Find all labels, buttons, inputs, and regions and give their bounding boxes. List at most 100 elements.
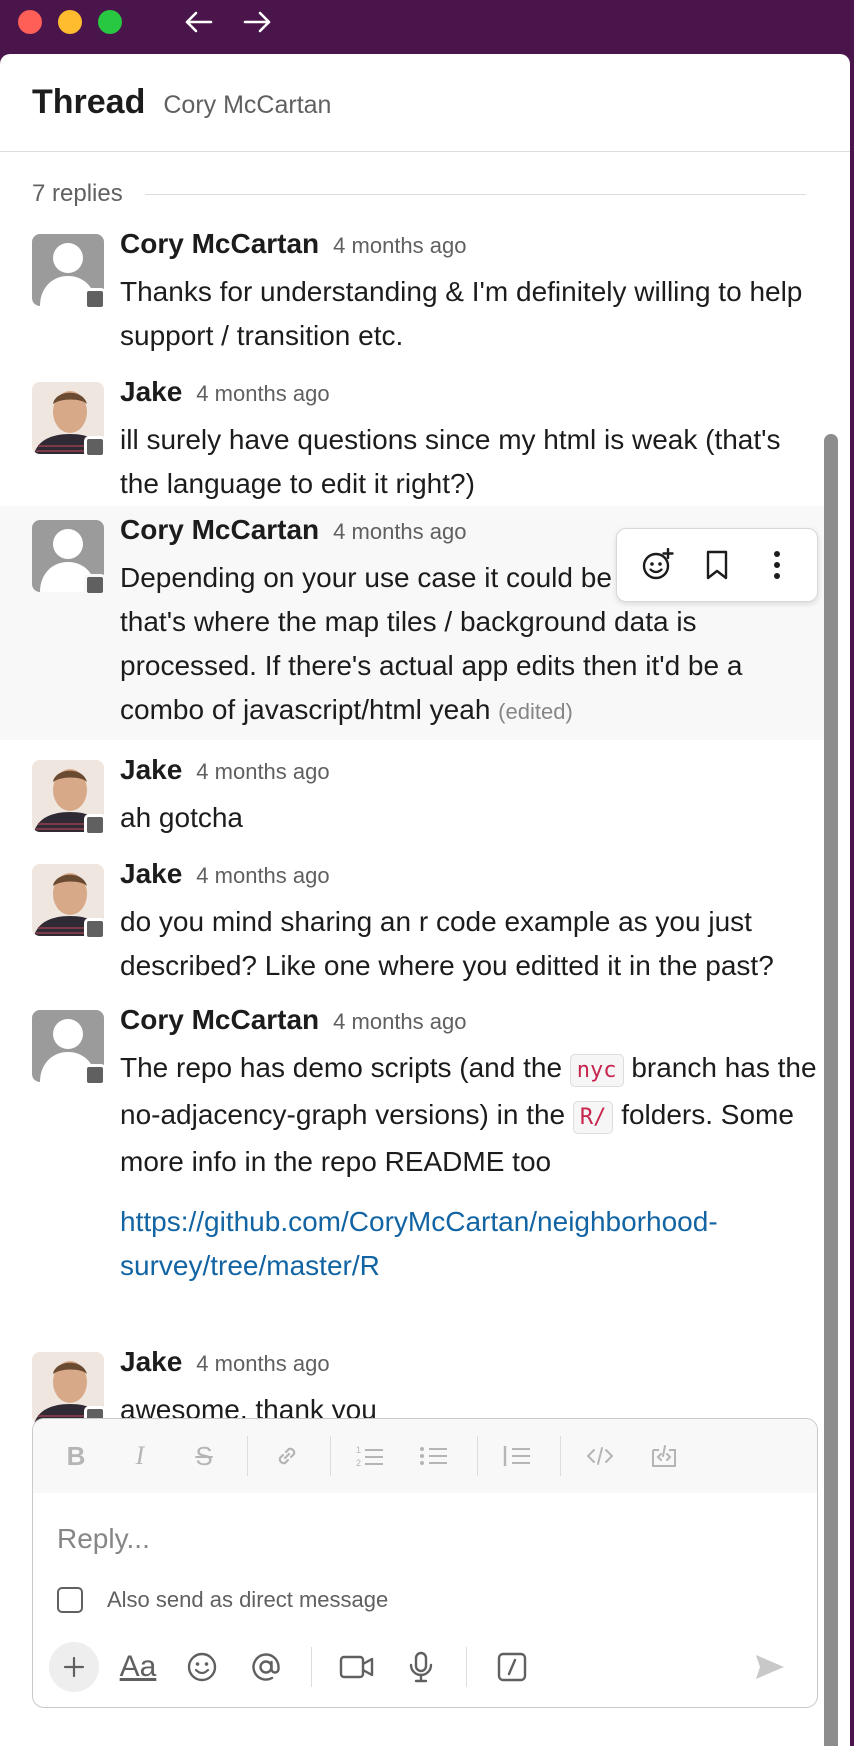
bookmark-icon — [706, 550, 728, 580]
code-block-icon — [652, 1445, 676, 1467]
inline-code: R/ — [572, 1101, 614, 1134]
mention-icon — [252, 1653, 280, 1681]
inline-code: nyc — [569, 1054, 624, 1087]
presence-status-icon — [84, 436, 106, 458]
shortcuts-button[interactable] — [487, 1642, 537, 1692]
show-formatting-button[interactable]: Aa — [113, 1642, 163, 1692]
code-icon — [587, 1447, 613, 1465]
send-button[interactable] — [745, 1642, 795, 1692]
toolbar-divider — [311, 1647, 312, 1687]
arrow-right-icon — [243, 11, 271, 33]
message-item[interactable]: Cory McCartan 4 months ago Thanks for un… — [0, 224, 838, 360]
send-icon — [756, 1655, 784, 1679]
add-reaction-icon — [642, 548, 674, 580]
presence-status-icon — [84, 918, 106, 940]
slash-command-icon — [497, 1652, 527, 1682]
message-item[interactable]: Jake 4 months ago ill surely have questi… — [0, 372, 838, 499]
microphone-icon — [409, 1651, 433, 1683]
presence-status-icon — [84, 814, 106, 836]
forward-button[interactable] — [240, 6, 276, 38]
message-author[interactable]: Jake — [120, 754, 182, 786]
video-clip-button[interactable] — [332, 1642, 382, 1692]
toolbar-divider — [247, 1436, 248, 1476]
thread-header: Thread Cory McCartan — [0, 54, 850, 152]
replies-count: 7 replies — [32, 180, 123, 207]
audio-clip-button[interactable] — [396, 1642, 446, 1692]
video-camera-icon — [339, 1655, 374, 1679]
strikethrough-button[interactable]: S — [179, 1431, 229, 1481]
link-icon — [278, 1447, 296, 1465]
add-reaction-button[interactable] — [633, 541, 681, 589]
presence-status-icon — [84, 288, 106, 310]
bold-button[interactable]: B — [51, 1431, 101, 1481]
message-timestamp[interactable]: 4 months ago — [196, 1351, 329, 1377]
toolbar-divider — [466, 1647, 467, 1687]
ordered-list-icon: 12 — [356, 1445, 383, 1468]
message-item[interactable]: Jake 4 months ago ah gotcha — [0, 750, 838, 840]
bulleted-list-button[interactable] — [409, 1431, 459, 1481]
replies-divider: 7 replies — [32, 174, 806, 214]
message-author[interactable]: Jake — [120, 858, 182, 890]
link-button[interactable] — [262, 1431, 312, 1481]
arrow-left-icon — [185, 11, 213, 33]
maximize-window-button[interactable] — [98, 10, 122, 34]
strikethrough-icon: S — [195, 1440, 213, 1471]
reply-input[interactable] — [57, 1515, 787, 1563]
message-text-part: The repo has demo scripts (and the — [120, 1052, 563, 1083]
close-window-button[interactable] — [18, 10, 42, 34]
italic-button[interactable]: I — [115, 1431, 165, 1481]
message-timestamp[interactable]: 4 months ago — [333, 233, 466, 259]
bulleted-list-icon — [420, 1447, 447, 1465]
more-actions-icon — [774, 551, 780, 579]
message-author[interactable]: Jake — [120, 1346, 182, 1378]
toolbar-divider — [477, 1436, 478, 1476]
message-actions-toolbar — [616, 528, 818, 602]
save-message-button[interactable] — [693, 541, 741, 589]
ordered-list-button[interactable]: 12 — [345, 1431, 395, 1481]
window-titlebar — [0, 0, 854, 54]
message-timestamp[interactable]: 4 months ago — [333, 1009, 466, 1035]
blockquote-icon — [503, 1446, 530, 1466]
thread-channel-name[interactable]: Cory McCartan — [163, 91, 331, 120]
bold-icon: B — [66, 1440, 86, 1471]
formatting-icon: Aa — [119, 1650, 157, 1683]
divider-line — [144, 193, 806, 195]
message-author[interactable]: Jake — [120, 376, 182, 408]
message-timestamp[interactable]: 4 months ago — [333, 519, 466, 545]
message-timestamp[interactable]: 4 months ago — [196, 863, 329, 889]
message-item[interactable]: Jake 4 months ago do you mind sharing an… — [0, 854, 838, 984]
svg-text:2: 2 — [356, 1458, 361, 1468]
code-block-button[interactable] — [639, 1431, 689, 1481]
message-text: ah gotcha — [120, 802, 243, 833]
message-author[interactable]: Cory McCartan — [120, 514, 319, 546]
svg-text:1: 1 — [356, 1445, 361, 1455]
also-send-label[interactable]: Also send as direct message — [107, 1587, 388, 1613]
blockquote-button[interactable] — [492, 1431, 542, 1481]
edited-label: (edited) — [498, 699, 573, 724]
message-text: Thanks for understanding & I'm definitel… — [120, 276, 803, 351]
attach-button[interactable] — [49, 1642, 99, 1692]
thread-scrollbar[interactable] — [824, 434, 838, 1746]
message-item[interactable]: Cory McCartan 4 months ago The repo has … — [0, 1000, 838, 1334]
emoji-button[interactable] — [177, 1642, 227, 1692]
composer-actions-bar: Aa — [49, 1639, 803, 1695]
message-author[interactable]: Cory McCartan — [120, 228, 319, 260]
message-timestamp[interactable]: 4 months ago — [196, 759, 329, 785]
also-send-option[interactable]: Also send as direct message — [57, 1587, 388, 1613]
back-button[interactable] — [180, 6, 216, 38]
presence-status-icon — [84, 574, 106, 596]
minimize-window-button[interactable] — [58, 10, 82, 34]
repo-link[interactable]: https://github.com/CoryMcCartan/neighbor… — [120, 1200, 820, 1288]
message-author[interactable]: Cory McCartan — [120, 1004, 319, 1036]
more-actions-button[interactable] — [753, 541, 801, 589]
presence-status-icon — [84, 1064, 106, 1086]
mention-button[interactable] — [241, 1642, 291, 1692]
message-timestamp[interactable]: 4 months ago — [196, 381, 329, 407]
also-send-checkbox[interactable] — [57, 1587, 83, 1613]
thread-title: Thread — [32, 83, 146, 121]
emoji-icon — [187, 1652, 217, 1682]
toolbar-divider — [560, 1436, 561, 1476]
code-button[interactable] — [575, 1431, 625, 1481]
italic-icon: I — [135, 1441, 145, 1470]
toolbar-divider — [330, 1436, 331, 1476]
